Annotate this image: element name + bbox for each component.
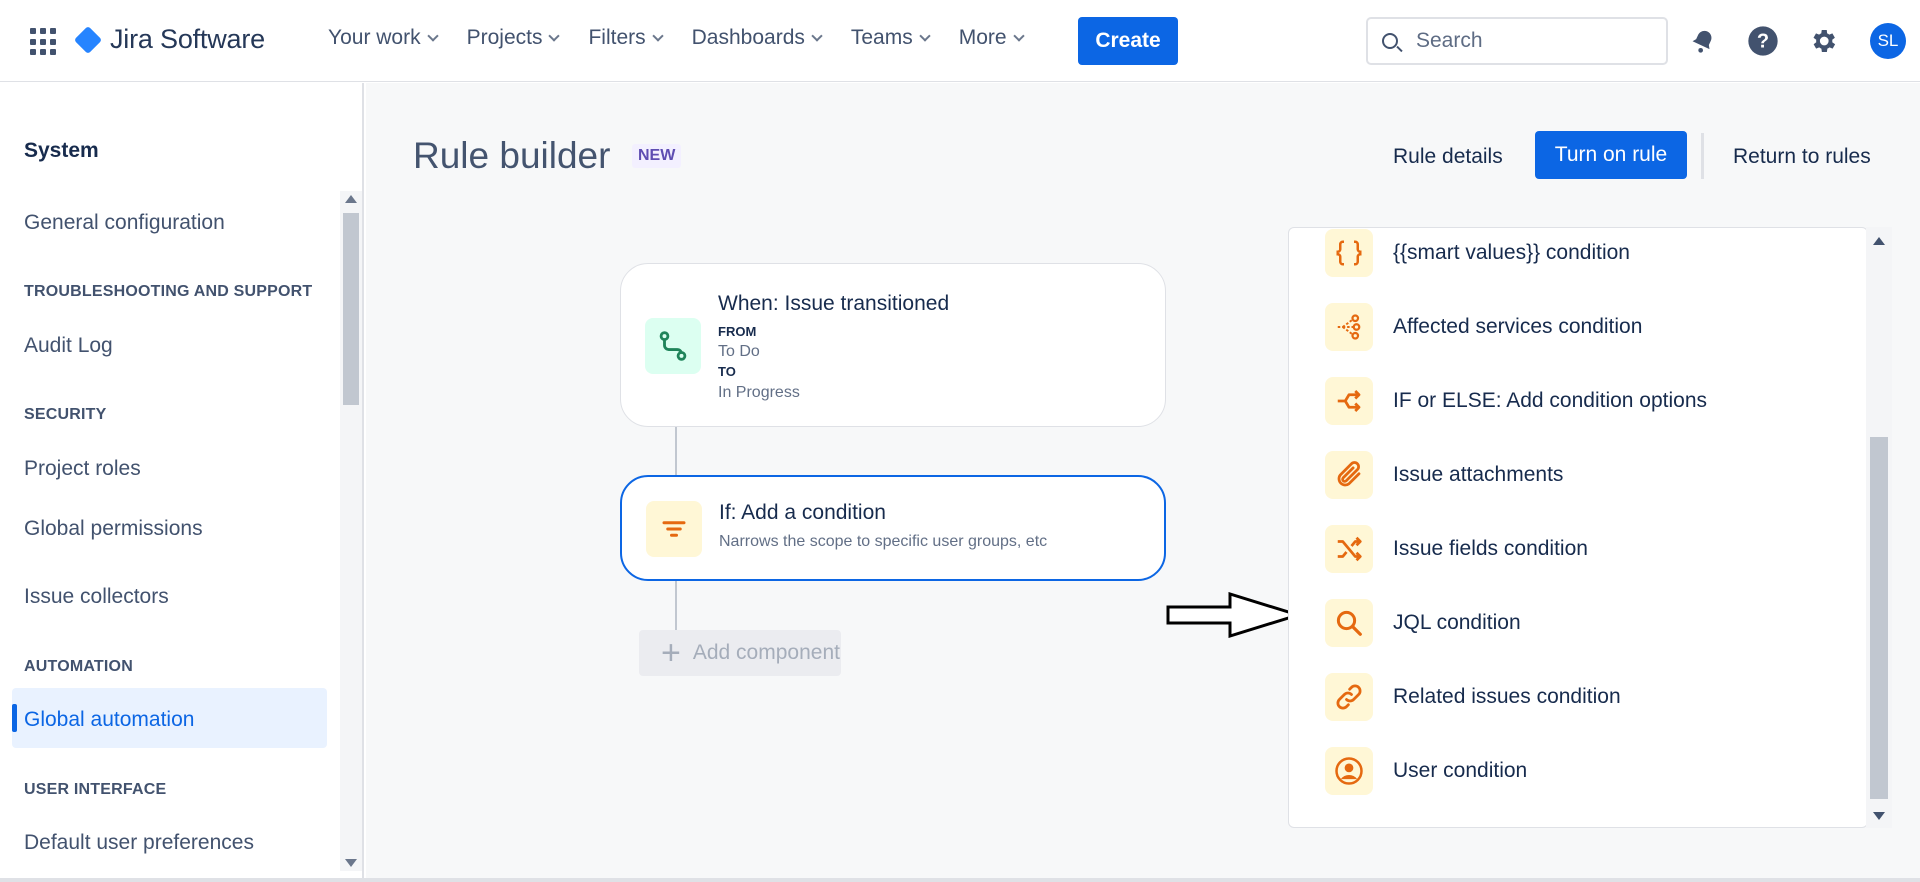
chevron-down-icon (651, 29, 664, 42)
paperclip-icon (1325, 451, 1373, 499)
window-bottom-edge (0, 878, 1920, 882)
sidebar-item-general-configuration[interactable]: General configuration (24, 211, 225, 235)
sidebar-item-global-automation[interactable]: Global automation (24, 708, 194, 732)
option-label: JQL condition (1393, 611, 1521, 634)
trigger-to-label: TO (718, 364, 736, 379)
option-jql-condition[interactable]: JQL condition (1325, 598, 1521, 648)
plus-icon: + (661, 634, 681, 672)
chevron-down-icon (919, 29, 931, 42)
option-label: Affected services condition (1393, 315, 1643, 338)
trigger-card[interactable]: When: Issue transitioned FROM To Do TO I… (620, 263, 1166, 427)
nav-filters[interactable]: Filters (588, 26, 664, 50)
scroll-down-arrow-icon[interactable] (345, 859, 357, 867)
jira-diamond-icon (73, 25, 103, 54)
nav-more[interactable]: More (959, 26, 1025, 50)
condition-card[interactable]: If: Add a condition Narrows the scope to… (620, 475, 1166, 581)
sidebar-scroll-thumb[interactable] (343, 213, 359, 405)
return-to-rules-button[interactable]: Return to rules (1733, 145, 1871, 169)
rule-details-button[interactable]: Rule details (1393, 145, 1503, 169)
sidebar-section-troubleshooting: TROUBLESHOOTING AND SUPPORT (24, 283, 313, 300)
new-badge: NEW (632, 144, 682, 168)
condition-options-panel: {{smart values}} condition Affected serv… (1288, 227, 1868, 828)
sidebar-scrollbar[interactable] (340, 191, 362, 871)
turn-on-rule-button[interactable]: Turn on rule (1535, 131, 1687, 179)
create-button[interactable]: Create (1078, 17, 1178, 65)
option-label: User condition (1393, 759, 1528, 782)
trigger-to-value: In Progress (718, 384, 800, 401)
scroll-down-arrow-icon[interactable] (1873, 812, 1885, 820)
option-if-else-condition[interactable]: IF or ELSE: Add condition options (1325, 376, 1707, 426)
add-component-label: Add component (692, 641, 840, 664)
notifications-bell-icon[interactable] (1686, 24, 1720, 58)
header-divider (1701, 133, 1704, 179)
option-related-issues-condition[interactable]: Related issues condition (1325, 672, 1621, 722)
option-issue-attachments[interactable]: Issue attachments (1325, 450, 1563, 500)
scroll-up-arrow-icon[interactable] (345, 195, 357, 203)
sidebar-section-security: SECURITY (24, 406, 107, 423)
connector-line (675, 427, 677, 475)
branch-icon (1325, 377, 1373, 425)
user-avatar[interactable]: SL (1870, 23, 1906, 59)
option-label: Related issues condition (1393, 685, 1621, 708)
help-icon[interactable]: ? (1746, 24, 1780, 58)
condition-title: If: Add a condition (719, 501, 886, 524)
filter-icon (646, 501, 702, 557)
chevron-down-icon (426, 29, 439, 42)
sidebar-item-issue-collectors[interactable]: Issue collectors (24, 585, 169, 609)
page-title: Rule builder (413, 135, 611, 176)
sidebar-section-user-interface: USER INTERFACE (24, 781, 167, 798)
search-box[interactable] (1366, 17, 1668, 65)
svg-text:?: ? (1757, 31, 1769, 53)
trigger-from-value: To Do (718, 343, 760, 360)
connector-line (675, 581, 677, 630)
sidebar-item-global-permissions[interactable]: Global permissions (24, 517, 203, 541)
option-user-condition[interactable]: User condition (1325, 746, 1527, 796)
nav-your-work[interactable]: Your work (328, 26, 439, 50)
top-navigation: Jira Software Your work Projects Filters… (0, 0, 1920, 82)
chevron-down-icon (548, 29, 561, 42)
annotation-arrow-icon (1166, 592, 1302, 638)
shuffle-icon (1325, 525, 1373, 573)
trigger-from-label: FROM (718, 324, 757, 339)
option-label: IF or ELSE: Add condition options (1393, 389, 1708, 412)
search-icon (1325, 599, 1373, 647)
option-label: Issue fields condition (1393, 537, 1588, 560)
scroll-up-arrow-icon[interactable] (1873, 237, 1885, 245)
app-switcher-icon[interactable] (30, 28, 58, 56)
sidebar: System General configuration TROUBLESHOO… (0, 83, 364, 882)
add-component-button[interactable]: + Add component (639, 630, 841, 676)
trigger-title: When: Issue transitioned (718, 292, 950, 315)
jira-logo[interactable]: Jira Software (73, 24, 265, 55)
transition-icon (645, 318, 701, 374)
panel-scroll-thumb[interactable] (1870, 437, 1888, 799)
chevron-down-icon (1012, 29, 1025, 42)
sidebar-title: System (24, 139, 99, 162)
app-name: Jira Software (110, 24, 265, 54)
sidebar-item-default-user-preferences[interactable]: Default user preferences (24, 831, 254, 855)
chevron-down-icon (811, 29, 823, 42)
option-label: {{smart values}} condition (1393, 241, 1630, 264)
search-input[interactable] (1416, 29, 1656, 53)
nav-dashboards[interactable]: Dashboards (692, 26, 823, 50)
user-icon (1325, 747, 1373, 795)
search-icon (1382, 33, 1398, 49)
option-label: Issue attachments (1393, 463, 1564, 486)
sidebar-item-project-roles[interactable]: Project roles (24, 457, 141, 481)
option-smart-values-condition[interactable]: {{smart values}} condition (1325, 228, 1630, 278)
sidebar-item-audit-log[interactable]: Audit Log (24, 334, 113, 358)
condition-subtitle: Narrows the scope to specific user group… (719, 533, 1048, 550)
panel-scrollbar[interactable] (1866, 227, 1892, 828)
nav-projects[interactable]: Projects (467, 26, 561, 50)
option-issue-fields-condition[interactable]: Issue fields condition (1325, 524, 1588, 574)
nav-teams[interactable]: Teams (851, 26, 931, 50)
sidebar-section-automation: AUTOMATION (24, 658, 133, 675)
services-icon (1325, 303, 1373, 351)
link-icon (1325, 673, 1373, 721)
primary-nav: Your work Projects Filters Dashboards Te… (328, 26, 1053, 50)
braces-icon (1325, 229, 1373, 277)
settings-gear-icon[interactable] (1806, 24, 1840, 58)
option-affected-services-condition[interactable]: Affected services condition (1325, 302, 1642, 352)
